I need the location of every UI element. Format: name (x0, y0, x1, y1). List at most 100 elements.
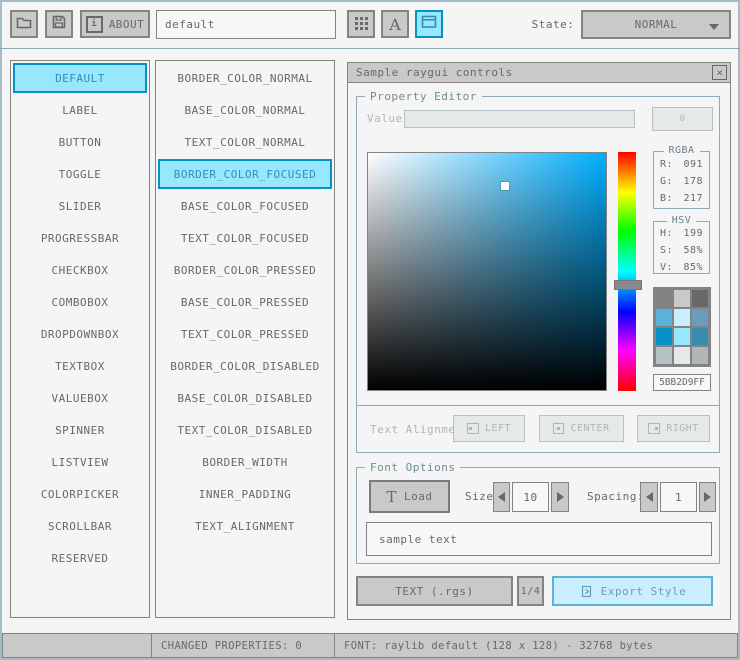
color-swatch[interactable] (692, 328, 708, 345)
color-swatch[interactable] (674, 309, 690, 326)
align-left-icon (466, 423, 479, 434)
property-item[interactable]: BORDER_COLOR_PRESSED (156, 254, 334, 286)
control-item-checkbox[interactable]: CHECKBOX (11, 254, 149, 286)
font-view-button[interactable]: A (381, 10, 409, 38)
state-dropdown[interactable]: NORMAL (581, 10, 731, 39)
save-file-button[interactable] (45, 10, 73, 38)
control-item-listview[interactable]: LISTVIEW (11, 446, 149, 478)
color-swatch[interactable] (692, 290, 708, 307)
color-swatch[interactable] (674, 347, 690, 364)
font-options-group-title: Font Options (365, 461, 461, 474)
status-section-left (2, 633, 152, 658)
property-editor-divider (357, 405, 719, 406)
style-name-input[interactable]: default (156, 10, 336, 39)
format-pager[interactable]: 1/4 (517, 576, 544, 606)
rguistyler-window: i ABOUT default A State: NORMAL DEFAULT … (0, 0, 740, 660)
spacing-value-box[interactable]: 1 (660, 482, 697, 512)
size-value-box[interactable]: 10 (512, 482, 549, 512)
font-a-icon: A (389, 14, 401, 34)
rgba-blue-row: B: 217 (660, 193, 703, 204)
property-item[interactable]: BORDER_WIDTH (156, 446, 334, 478)
control-item-reserved[interactable]: RESERVED (11, 542, 149, 574)
sample-window-titlebar[interactable]: Sample raygui controls × (348, 63, 730, 83)
property-item[interactable]: TEXT_ALIGNMENT (156, 510, 334, 542)
control-item-scrollbar[interactable]: SCROLLBAR (11, 510, 149, 542)
size-increase-button[interactable] (551, 482, 569, 512)
rgba-red-row: R: 091 (660, 159, 703, 170)
close-icon[interactable]: × (712, 65, 727, 80)
control-item-progressbar[interactable]: PROGRESSBAR (11, 222, 149, 254)
align-left-button[interactable]: LEFT (453, 415, 525, 442)
control-item-colorpicker[interactable]: COLORPICKER (11, 478, 149, 510)
color-swatch[interactable] (674, 328, 690, 345)
hue-slider-handle[interactable] (614, 280, 642, 290)
property-item[interactable]: TEXT_COLOR_DISABLED (156, 414, 334, 446)
spacing-increase-button[interactable] (699, 482, 716, 512)
property-item[interactable]: BORDER_COLOR_DISABLED (156, 350, 334, 382)
align-center-icon (553, 423, 565, 434)
color-swatch[interactable] (656, 328, 672, 345)
controls-view-button[interactable] (415, 10, 443, 38)
grid-view-button[interactable] (347, 10, 375, 38)
control-item-valuebox[interactable]: VALUEBOX (11, 382, 149, 414)
state-label: State: (531, 17, 575, 31)
sample-text-input[interactable]: sample text (366, 522, 712, 556)
control-item-spinner[interactable]: SPINNER (11, 414, 149, 446)
property-item[interactable]: TEXT_COLOR_PRESSED (156, 318, 334, 350)
window-panel-icon (420, 13, 438, 35)
property-item[interactable]: BORDER_COLOR_NORMAL (156, 62, 334, 94)
property-item[interactable]: BASE_COLOR_FOCUSED (156, 190, 334, 222)
hsv-hue-row: H: 199 (660, 228, 703, 239)
hsv-saturation-row: S: 58% (660, 245, 703, 256)
align-center-button[interactable]: CENTER (539, 415, 624, 442)
control-item-default[interactable]: DEFAULT (13, 63, 147, 93)
color-picker-cursor[interactable] (501, 182, 509, 190)
spacing-decrease-button[interactable] (640, 482, 658, 512)
font-options-group: Font Options T Load Size: 10 Spacing: 1 … (356, 461, 720, 564)
info-icon: i (85, 15, 103, 33)
controls-listview: DEFAULT LABEL BUTTON TOGGLE SLIDER PROGR… (10, 60, 150, 618)
control-item-button[interactable]: BUTTON (11, 126, 149, 158)
hsv-group-title: HSV (666, 215, 697, 226)
rgba-green-row: G: 178 (660, 176, 703, 187)
save-floppy-icon (50, 13, 68, 35)
hex-color-value: 5BB2D9FF (659, 377, 705, 388)
arrow-left-icon (645, 492, 653, 502)
hsv-value-row: V: 85% (660, 262, 703, 273)
color-swatch[interactable] (656, 347, 672, 364)
hex-color-input[interactable]: 5BB2D9FF (653, 374, 711, 391)
property-item[interactable]: BASE_COLOR_DISABLED (156, 382, 334, 414)
color-swatch[interactable] (674, 290, 690, 307)
control-item-textbox[interactable]: TEXTBOX (11, 350, 149, 382)
color-swatch[interactable] (656, 309, 672, 326)
hue-slider[interactable] (614, 152, 642, 391)
property-item-selected[interactable]: BORDER_COLOR_FOCUSED (158, 159, 332, 189)
color-swatch[interactable] (692, 347, 708, 364)
load-font-button[interactable]: T Load (369, 480, 450, 513)
status-changed-properties: CHANGED PROPERTIES: 0 (151, 633, 335, 658)
export-format-button[interactable]: TEXT (.rgs) (356, 576, 513, 606)
property-item[interactable]: TEXT_COLOR_NORMAL (156, 126, 334, 158)
color-swatch[interactable] (656, 290, 672, 307)
value-spinner-button[interactable]: 0 (652, 107, 713, 131)
property-item[interactable]: TEXT_COLOR_FOCUSED (156, 222, 334, 254)
properties-listview: BORDER_COLOR_NORMAL BASE_COLOR_NORMAL TE… (155, 60, 335, 618)
size-decrease-button[interactable] (493, 482, 510, 512)
color-swatch[interactable] (692, 309, 708, 326)
control-item-dropdownbox[interactable]: DROPDOWNBOX (11, 318, 149, 350)
property-item[interactable]: BASE_COLOR_PRESSED (156, 286, 334, 318)
open-file-button[interactable] (10, 10, 38, 38)
about-button[interactable]: i ABOUT (80, 10, 150, 38)
export-style-button[interactable]: Export Style (552, 576, 713, 606)
property-item[interactable]: BASE_COLOR_NORMAL (156, 94, 334, 126)
control-item-label[interactable]: LABEL (11, 94, 149, 126)
property-item[interactable]: INNER_PADDING (156, 478, 334, 510)
align-right-button[interactable]: RIGHT (637, 415, 710, 442)
control-item-toggle[interactable]: TOGGLE (11, 158, 149, 190)
control-item-slider[interactable]: SLIDER (11, 190, 149, 222)
property-editor-group-title: Property Editor (365, 90, 482, 103)
color-saturation-value-picker[interactable] (367, 152, 607, 391)
control-item-combobox[interactable]: COMBOBOX (11, 286, 149, 318)
value-input[interactable] (404, 110, 635, 128)
arrow-left-icon (498, 492, 505, 502)
